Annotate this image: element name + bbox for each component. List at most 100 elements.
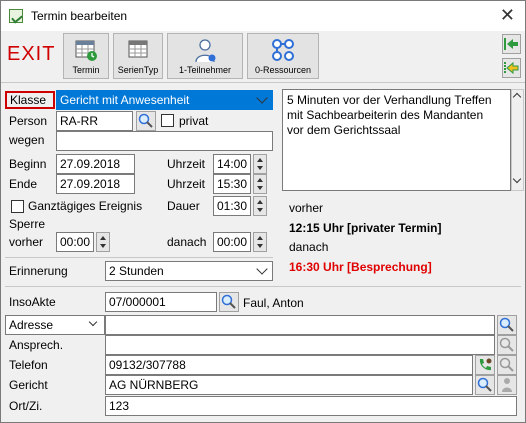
ort-label: Ort/Zi. xyxy=(9,399,43,413)
person-lock-icon xyxy=(502,378,512,392)
erinnerung-label: Erinnerung xyxy=(9,264,68,278)
adresse-select[interactable]: Adresse xyxy=(5,315,105,335)
beginn-date-input[interactable]: 27.09.2018 xyxy=(56,154,135,174)
person-input[interactable]: RA-RR xyxy=(56,111,133,131)
ort-value: 123 xyxy=(109,399,130,413)
search-icon xyxy=(499,337,514,352)
dauer-value: 01:30 xyxy=(217,199,248,213)
separator xyxy=(5,257,273,258)
gericht-search-button[interactable] xyxy=(475,375,495,395)
ende-date-input[interactable]: 27.09.2018 xyxy=(56,174,135,194)
dauer-label: Dauer xyxy=(167,199,200,213)
sperre-danach-label: danach xyxy=(167,235,207,249)
gears-icon xyxy=(272,39,294,61)
gericht-value: AG NÜRNBERG xyxy=(109,378,199,392)
toolbar: EXIT Termin SerienTyp 1-Teilnehmer 0-Res… xyxy=(1,31,525,83)
erinnerung-value: 2 Stunden xyxy=(109,264,164,278)
uhrzeit-end-stepper[interactable] xyxy=(253,174,267,194)
wegen-label: wegen xyxy=(9,133,45,147)
sperre-danach-value: 00:00 xyxy=(217,235,248,249)
insoakte-label: InsoAkte xyxy=(9,295,56,309)
sperre-danach-stepper[interactable] xyxy=(253,232,267,252)
chevron-down-icon xyxy=(512,174,522,184)
person-icon xyxy=(195,39,216,63)
search-icon xyxy=(221,294,236,309)
gericht-label: Gericht xyxy=(9,378,48,392)
klasse-select[interactable]: Gericht mit Anwesenheit xyxy=(56,90,273,110)
wegen-input[interactable] xyxy=(56,131,273,151)
telefon-search-button[interactable] xyxy=(497,355,517,375)
phone-call-button[interactable] xyxy=(475,355,495,375)
insoakte-input[interactable]: 07/000001 xyxy=(105,292,217,312)
sperre-vorher-value: 00:00 xyxy=(60,235,91,249)
privat-checkbox[interactable] xyxy=(161,114,174,127)
telefon-value: 09132/307788 xyxy=(109,358,186,372)
search-icon xyxy=(477,377,492,392)
insoakte-search-button[interactable] xyxy=(219,292,239,312)
adresse-search-button[interactable] xyxy=(497,315,517,335)
uhrzeit-start-input[interactable]: 14:00 xyxy=(213,154,251,174)
sperre-label: Sperre xyxy=(9,217,46,231)
notes-scrollbar[interactable] xyxy=(511,89,524,191)
exit-button[interactable]: EXIT xyxy=(7,43,55,66)
search-icon xyxy=(499,317,514,332)
klasse-label: Klasse xyxy=(5,91,55,109)
uhrzeit-start-label: Uhrzeit xyxy=(167,157,206,171)
uhrzeit-start-stepper[interactable] xyxy=(253,154,267,174)
ressourcen-button[interactable]: 0-Ressourcen xyxy=(247,33,319,79)
ort-input[interactable]: 123 xyxy=(105,396,517,416)
teilnehmer-button[interactable]: 1-Teilnehmer xyxy=(167,33,243,79)
search-icon xyxy=(499,357,514,372)
telefon-label: Telefon xyxy=(9,358,48,372)
sperre-vorher-stepper[interactable] xyxy=(96,232,110,252)
person-value: RA-RR xyxy=(60,114,98,128)
adresse-label: Adresse xyxy=(9,318,54,332)
ressourcen-button-label: 0-Ressourcen xyxy=(254,65,312,75)
beginn-label: Beginn xyxy=(9,157,47,171)
ganztag-checkbox[interactable] xyxy=(11,200,24,213)
close-icon[interactable]: ✕ xyxy=(500,5,515,26)
klasse-select-value: Gericht mit Anwesenheit xyxy=(60,93,190,107)
separator xyxy=(5,286,521,287)
dauer-stepper[interactable] xyxy=(253,196,267,216)
adresse-input[interactable] xyxy=(105,315,495,335)
arrow-left-yellow-button[interactable] xyxy=(502,58,521,78)
person-search-button[interactable] xyxy=(136,111,156,131)
dauer-input[interactable]: 01:30 xyxy=(213,196,251,216)
telefon-input[interactable]: 09132/307788 xyxy=(105,355,473,375)
termin-button[interactable]: Termin xyxy=(63,33,109,79)
sperre-danach-input[interactable]: 00:00 xyxy=(213,232,251,252)
phone-icon xyxy=(479,358,492,371)
termin-dialog: Termin bearbeiten ✕ EXIT Termin SerienTy… xyxy=(0,0,526,423)
gericht-input[interactable]: AG NÜRNBERG xyxy=(105,375,473,395)
arrow-left-yellow-icon xyxy=(504,61,519,75)
teilnehmer-button-label: 1-Teilnehmer xyxy=(178,65,232,75)
notes-line-3: vor dem Gerichtssaal xyxy=(287,123,401,137)
termin-button-label: Termin xyxy=(72,65,100,75)
ansprech-search-button[interactable] xyxy=(497,335,517,355)
arrow-left-green-icon xyxy=(504,38,518,50)
serientyp-button[interactable]: SerienTyp xyxy=(113,33,163,79)
serientyp-button-label: SerienTyp xyxy=(117,65,159,75)
ansprech-label: Ansprech. xyxy=(9,338,64,352)
chevron-up-icon xyxy=(512,92,522,102)
notes-textarea[interactable]: 5 Minuten vor der Verhandlung Treffen mi… xyxy=(282,89,511,191)
notes-line-1: 5 Minuten vor der Verhandlung Treffen xyxy=(287,93,492,107)
arrow-left-button[interactable] xyxy=(502,34,521,54)
privat-label: privat xyxy=(179,114,209,128)
uhrzeit-end-input[interactable]: 15:30 xyxy=(213,174,251,194)
person-label: Person xyxy=(9,114,48,128)
ende-date-value: 27.09.2018 xyxy=(60,177,121,191)
sperre-vorher-input[interactable]: 00:00 xyxy=(56,232,94,252)
beginn-date-value: 27.09.2018 xyxy=(60,157,121,171)
ganztag-label: Ganztägiges Ereignis xyxy=(28,199,143,213)
uhrzeit-end-label: Uhrzeit xyxy=(167,177,206,191)
erinnerung-select[interactable]: 2 Stunden xyxy=(105,261,273,281)
ende-label: Ende xyxy=(9,177,38,191)
sperre-vorher-label: vorher xyxy=(9,235,44,249)
gericht-person-button[interactable] xyxy=(497,375,517,395)
notes-line-2: mit Sachbearbeiterin des Mandanten xyxy=(287,108,484,122)
search-icon xyxy=(138,113,153,128)
insoakte-value: 07/000001 xyxy=(109,295,166,309)
ansprech-input[interactable] xyxy=(105,335,495,355)
